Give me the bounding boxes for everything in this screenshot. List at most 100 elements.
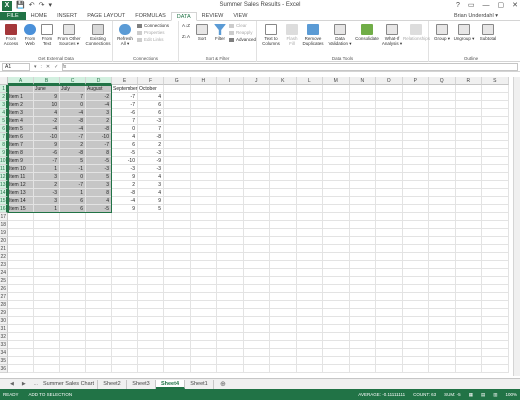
cell-m19[interactable]: [323, 229, 350, 237]
cell-f2[interactable]: 4: [138, 93, 164, 101]
cell-l33[interactable]: [296, 341, 323, 349]
cell-d15[interactable]: 4: [86, 197, 112, 205]
cell-j27[interactable]: [243, 293, 270, 301]
cell-s16[interactable]: [482, 205, 509, 213]
cell-q17[interactable]: [429, 213, 456, 221]
cell-k23[interactable]: [270, 261, 297, 269]
advanced-filter-button[interactable]: Advanced: [229, 37, 256, 43]
cell-r27[interactable]: [455, 293, 482, 301]
cell-c20[interactable]: [60, 237, 86, 245]
cell-m23[interactable]: [323, 261, 350, 269]
cell-n33[interactable]: [349, 341, 376, 349]
cell-m32[interactable]: [323, 333, 350, 341]
column-header-r[interactable]: R: [455, 77, 482, 85]
cell-s1[interactable]: [482, 85, 509, 93]
cell-a4[interactable]: Item 3: [8, 109, 34, 117]
cell-h18[interactable]: [190, 221, 217, 229]
cell-d28[interactable]: [86, 301, 112, 309]
cell-l10[interactable]: [296, 157, 323, 165]
cell-f5[interactable]: -3: [138, 117, 164, 125]
cell-p15[interactable]: [402, 197, 429, 205]
cell-o22[interactable]: [376, 253, 403, 261]
cell-g16[interactable]: [164, 205, 191, 213]
cell-a33[interactable]: [8, 341, 34, 349]
cell-a31[interactable]: [8, 325, 34, 333]
cell-c19[interactable]: [60, 229, 86, 237]
cell-p28[interactable]: [402, 301, 429, 309]
cell-p4[interactable]: [402, 109, 429, 117]
cell-c17[interactable]: [60, 213, 86, 221]
cell-i18[interactable]: [217, 221, 244, 229]
cell-n23[interactable]: [349, 261, 376, 269]
cell-r5[interactable]: [455, 117, 482, 125]
cell-c28[interactable]: [60, 301, 86, 309]
cell-a26[interactable]: [8, 285, 34, 293]
row-header[interactable]: 26: [0, 285, 8, 293]
cell-c35[interactable]: [60, 357, 86, 365]
cell-p27[interactable]: [402, 293, 429, 301]
cell-q29[interactable]: [429, 309, 456, 317]
cell-s32[interactable]: [482, 333, 509, 341]
cell-b36[interactable]: [34, 365, 60, 373]
row-header[interactable]: 25: [0, 277, 8, 285]
cell-o18[interactable]: [376, 221, 403, 229]
row-header[interactable]: 31: [0, 325, 8, 333]
row-header[interactable]: 32: [0, 333, 8, 341]
cell-s4[interactable]: [482, 109, 509, 117]
cell-r21[interactable]: [455, 245, 482, 253]
cell-q20[interactable]: [429, 237, 456, 245]
edit-links-button[interactable]: Edit Links: [137, 37, 164, 43]
cell-j13[interactable]: [243, 181, 270, 189]
cell-r4[interactable]: [455, 109, 482, 117]
cell-d1[interactable]: August: [86, 85, 112, 93]
row-header[interactable]: 27: [0, 293, 8, 301]
cell-h15[interactable]: [190, 197, 217, 205]
cell-q32[interactable]: [429, 333, 456, 341]
tab-home[interactable]: HOME: [26, 12, 53, 20]
cell-m8[interactable]: [323, 141, 350, 149]
cell-c8[interactable]: 2: [60, 141, 86, 149]
cell-o19[interactable]: [376, 229, 403, 237]
cell-k5[interactable]: [270, 117, 297, 125]
cell-s2[interactable]: [482, 93, 509, 101]
cell-f9[interactable]: -3: [138, 149, 164, 157]
cell-c13[interactable]: -7: [60, 181, 86, 189]
cell-b17[interactable]: [34, 213, 60, 221]
cell-g4[interactable]: [164, 109, 191, 117]
cell-r23[interactable]: [455, 261, 482, 269]
cell-r8[interactable]: [455, 141, 482, 149]
cell-h9[interactable]: [190, 149, 217, 157]
cell-o25[interactable]: [376, 277, 403, 285]
cell-s29[interactable]: [482, 309, 509, 317]
cell-b16[interactable]: 1: [34, 205, 60, 213]
cell-n21[interactable]: [349, 245, 376, 253]
close-icon[interactable]: ✕: [512, 1, 518, 11]
cell-m22[interactable]: [323, 253, 350, 261]
cell-l14[interactable]: [296, 189, 323, 197]
cell-b11[interactable]: 1: [34, 165, 60, 173]
cell-q5[interactable]: [429, 117, 456, 125]
cell-c29[interactable]: [60, 309, 86, 317]
cell-o29[interactable]: [376, 309, 403, 317]
cell-p26[interactable]: [402, 285, 429, 293]
cell-p18[interactable]: [402, 221, 429, 229]
row-header[interactable]: 35: [0, 357, 8, 365]
cell-n10[interactable]: [349, 157, 376, 165]
vertical-scrollbar[interactable]: [513, 77, 520, 376]
cell-q13[interactable]: [429, 181, 456, 189]
cell-n14[interactable]: [349, 189, 376, 197]
cell-m13[interactable]: [323, 181, 350, 189]
cell-f24[interactable]: [138, 269, 164, 277]
cell-h27[interactable]: [190, 293, 217, 301]
cell-i25[interactable]: [217, 277, 244, 285]
cell-q27[interactable]: [429, 293, 456, 301]
cell-h35[interactable]: [190, 357, 217, 365]
cell-a28[interactable]: [8, 301, 34, 309]
cell-i4[interactable]: [217, 109, 244, 117]
cell-q12[interactable]: [429, 173, 456, 181]
cell-q34[interactable]: [429, 349, 456, 357]
cell-h21[interactable]: [190, 245, 217, 253]
cell-m12[interactable]: [323, 173, 350, 181]
cell-g11[interactable]: [164, 165, 191, 173]
cell-e3[interactable]: -7: [112, 101, 138, 109]
